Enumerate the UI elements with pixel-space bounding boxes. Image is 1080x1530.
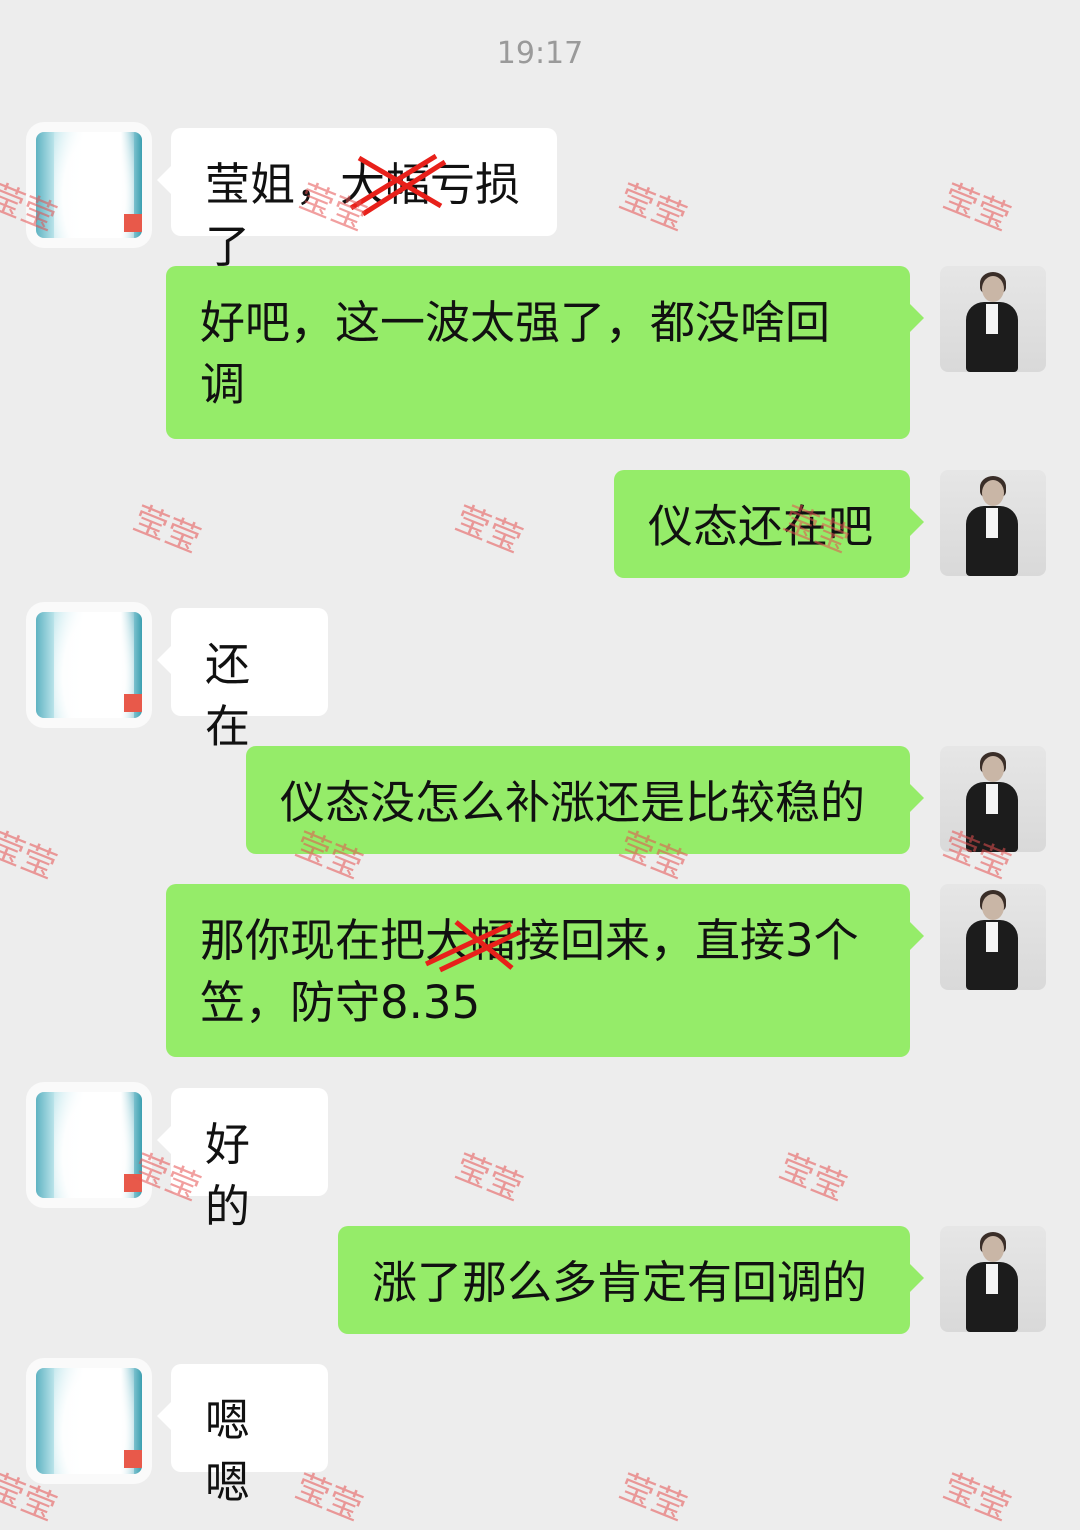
message-text: 那你现在把大幅接回来，直接3个 笠，防守8.35	[200, 914, 859, 1029]
watermark: 莹莹	[937, 1466, 1016, 1530]
message-bubble-outgoing[interactable]: 那你现在把大幅接回来，直接3个 笠，防守8.35	[166, 884, 924, 1057]
my-avatar[interactable]	[940, 266, 1046, 372]
watermark: 莹莹	[127, 498, 206, 562]
message-text: 嗯嗯	[205, 1394, 251, 1509]
message-text: 仪态没怎么补涨还是比较稳的	[280, 776, 866, 829]
message-text: 涨了那么多肯定有回调的	[372, 1256, 868, 1309]
watermark: 莹莹	[613, 1466, 692, 1530]
watermark: 莹莹	[613, 176, 692, 240]
contact-avatar[interactable]	[36, 612, 142, 718]
message-bubble-outgoing[interactable]: 仪态还在吧	[614, 470, 924, 578]
contact-avatar[interactable]	[36, 1092, 142, 1198]
message-bubble-incoming[interactable]: 还在	[157, 608, 328, 753]
message-text: 好的	[205, 1118, 251, 1233]
watermark: 莹莹	[449, 1146, 528, 1210]
watermark: 莹莹	[773, 1146, 852, 1210]
my-avatar[interactable]	[940, 470, 1046, 576]
chat-timestamp: 19:17	[496, 36, 584, 71]
contact-avatar[interactable]	[36, 1368, 142, 1474]
my-avatar[interactable]	[940, 1226, 1046, 1332]
watermark: 莹莹	[937, 176, 1016, 240]
watermark: 莹莹	[0, 824, 62, 888]
watermark: 莹莹	[449, 498, 528, 562]
my-avatar[interactable]	[940, 884, 1046, 990]
message-text: 好吧，这一波太强了，都没啥回 调	[200, 296, 831, 411]
message-text: 还在	[205, 638, 251, 753]
message-bubble-outgoing[interactable]: 好吧，这一波太强了，都没啥回 调	[166, 266, 924, 439]
message-bubble-incoming[interactable]: 嗯嗯	[157, 1364, 328, 1509]
message-bubble-outgoing[interactable]: 涨了那么多肯定有回调的	[338, 1226, 924, 1334]
